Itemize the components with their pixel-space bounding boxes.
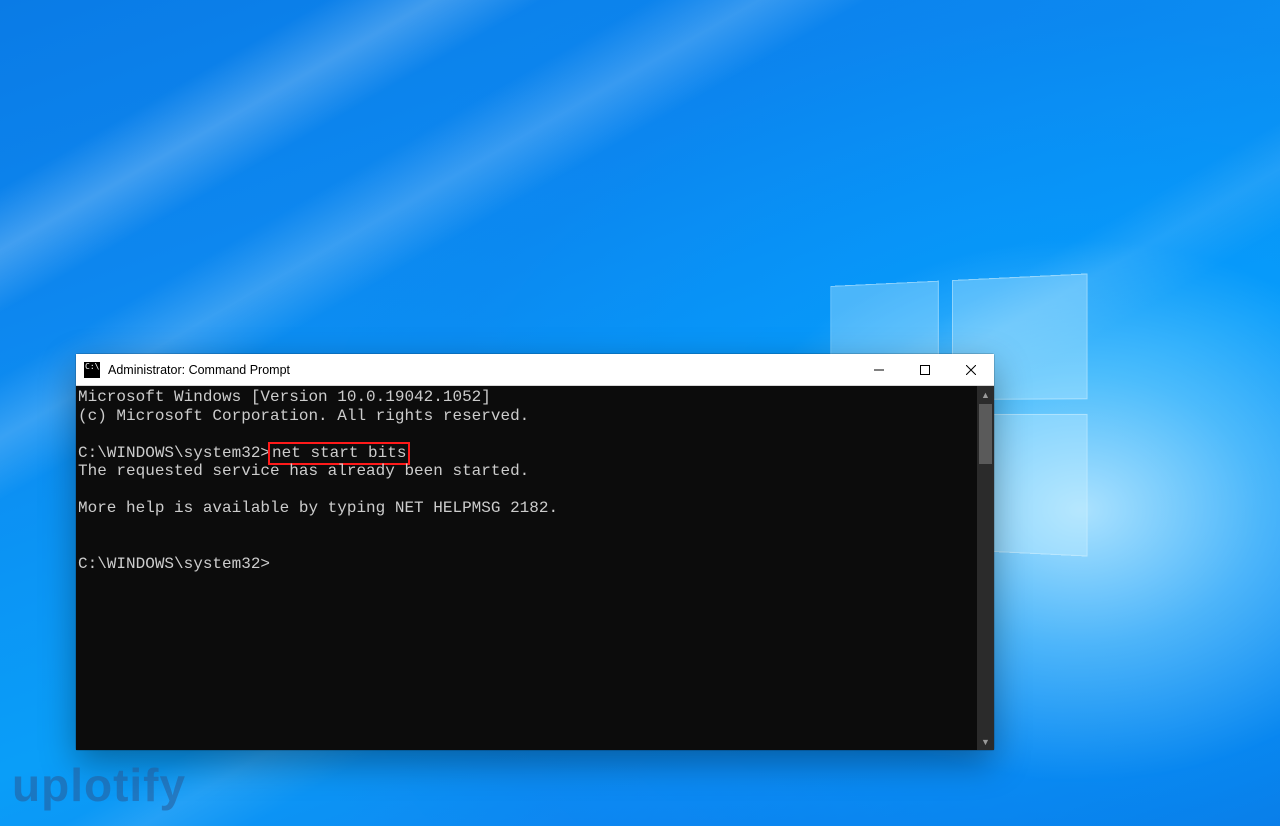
terminal-line: More help is available by typing NET HEL…: [78, 499, 558, 517]
terminal-prompt: C:\WINDOWS\system32>: [78, 555, 270, 573]
terminal-line: The requested service has already been s…: [78, 462, 529, 480]
window-title: Administrator: Command Prompt: [108, 363, 290, 377]
scrollbar[interactable]: ▲ ▼: [977, 386, 994, 750]
terminal-output[interactable]: Microsoft Windows [Version 10.0.19042.10…: [76, 386, 977, 750]
terminal-line: (c) Microsoft Corporation. All rights re…: [78, 407, 529, 425]
scroll-up-icon[interactable]: ▲: [977, 386, 994, 403]
minimize-button[interactable]: [856, 354, 902, 386]
command-prompt-window: Administrator: Command Prompt Microsoft …: [76, 354, 994, 750]
terminal-line: Microsoft Windows [Version 10.0.19042.10…: [78, 388, 491, 406]
desktop-background: Administrator: Command Prompt Microsoft …: [0, 0, 1280, 826]
watermark-text: uplotify: [12, 758, 186, 812]
scroll-down-icon[interactable]: ▼: [977, 733, 994, 750]
maximize-button[interactable]: [902, 354, 948, 386]
scroll-thumb[interactable]: [979, 404, 992, 464]
cmd-icon: [84, 362, 100, 378]
titlebar[interactable]: Administrator: Command Prompt: [76, 354, 994, 386]
terminal-prompt: C:\WINDOWS\system32>: [78, 444, 270, 462]
close-button[interactable]: [948, 354, 994, 386]
